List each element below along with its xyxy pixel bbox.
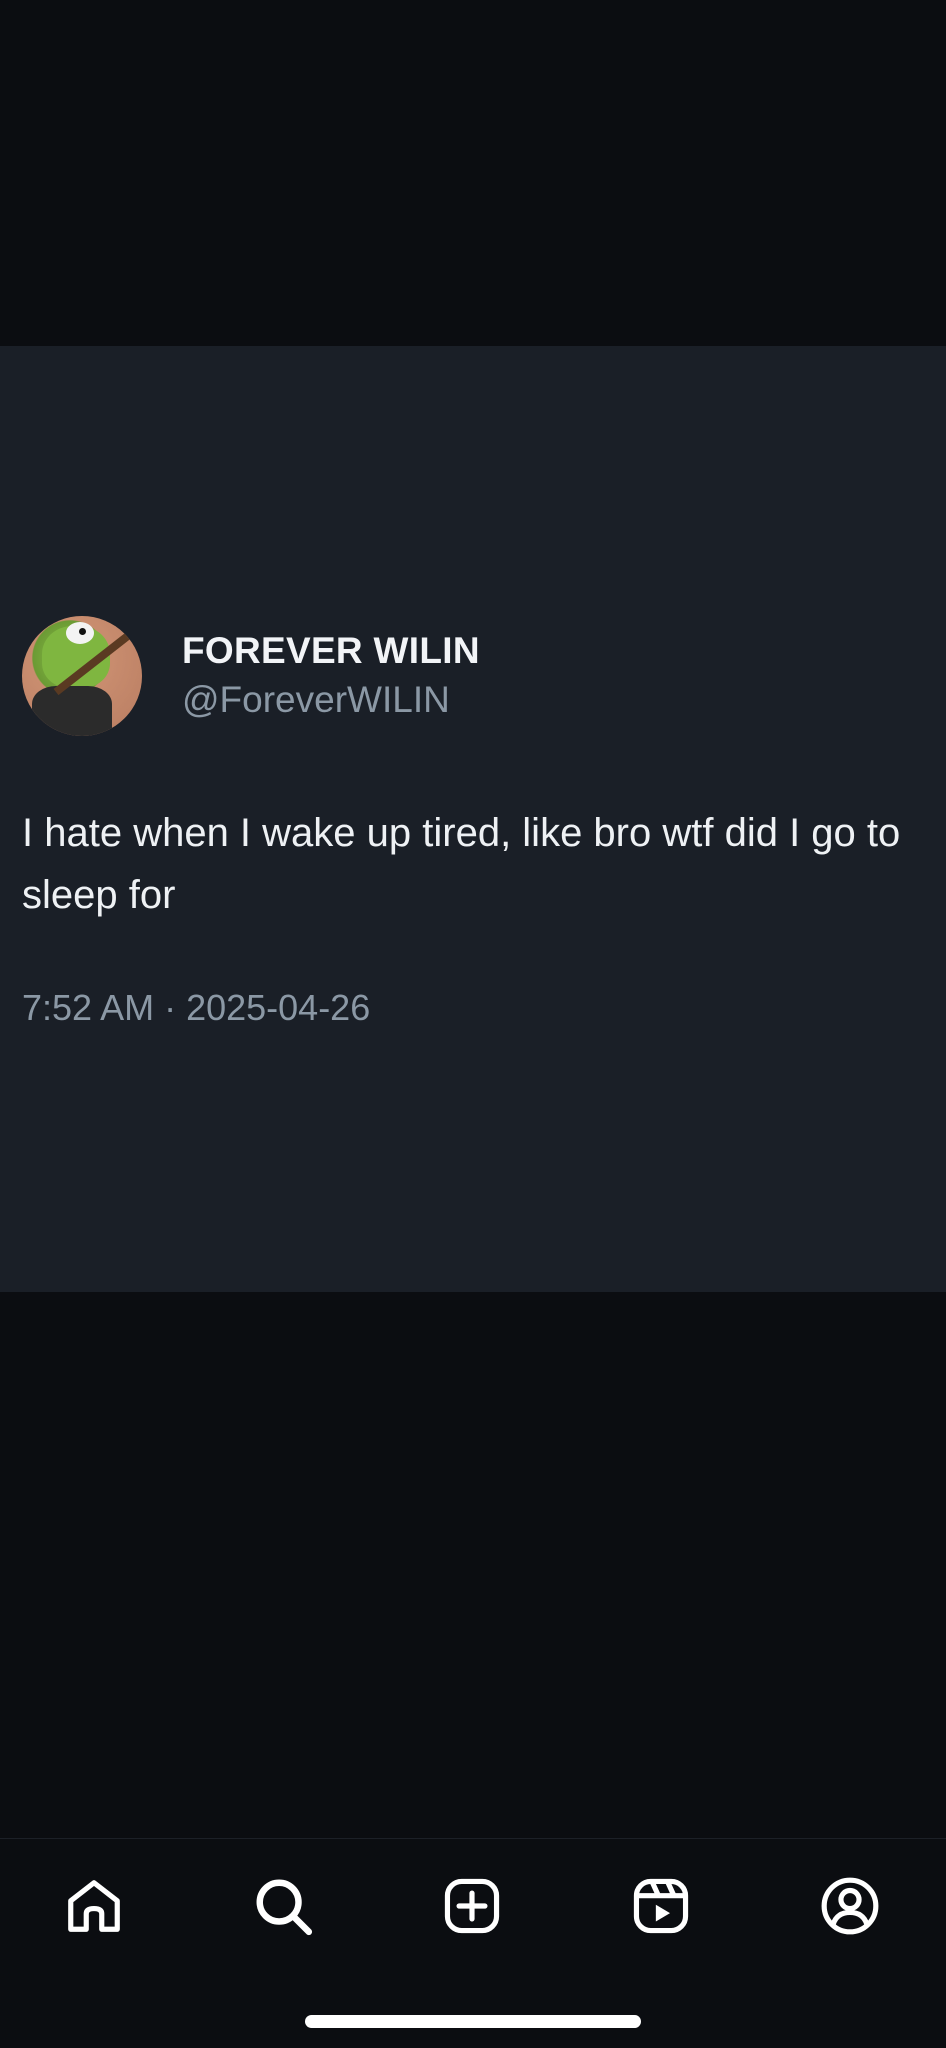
home-icon [68,1880,120,1932]
profile-icon [821,1877,879,1935]
nav-home-button[interactable] [59,1871,129,1941]
home-indicator[interactable] [305,2015,641,2028]
post-text: I hate when I wake up tired, like bro wt… [22,811,901,917]
author-handle[interactable]: @ForeverWILIN [182,677,480,723]
nav-create-button[interactable] [437,1871,507,1941]
avatar-body [32,686,112,736]
post-timestamp: 7:52 AM · 2025-04-26 [22,987,371,1028]
avatar[interactable] [22,616,142,736]
author-names: FOREVER WILIN @ForeverWILIN [182,629,480,723]
screen: FOREVER WILIN @ForeverWILIN I hate when … [0,0,946,2048]
nav-search-button[interactable] [248,1871,318,1941]
top-empty-area [0,0,946,346]
nav-reels-button[interactable] [626,1871,696,1941]
avatar-pupil [79,628,86,635]
author-display-name[interactable]: FOREVER WILIN [182,629,480,673]
nav-profile-button[interactable] [815,1871,885,1941]
reels-icon [633,1878,689,1934]
search-icon [256,1879,313,1936]
post-card[interactable]: FOREVER WILIN @ForeverWILIN I hate when … [0,346,946,1292]
post-author[interactable]: FOREVER WILIN @ForeverWILIN [22,616,480,736]
bottom-nav-bar [0,1838,946,1969]
plus-square-icon [444,1878,500,1934]
